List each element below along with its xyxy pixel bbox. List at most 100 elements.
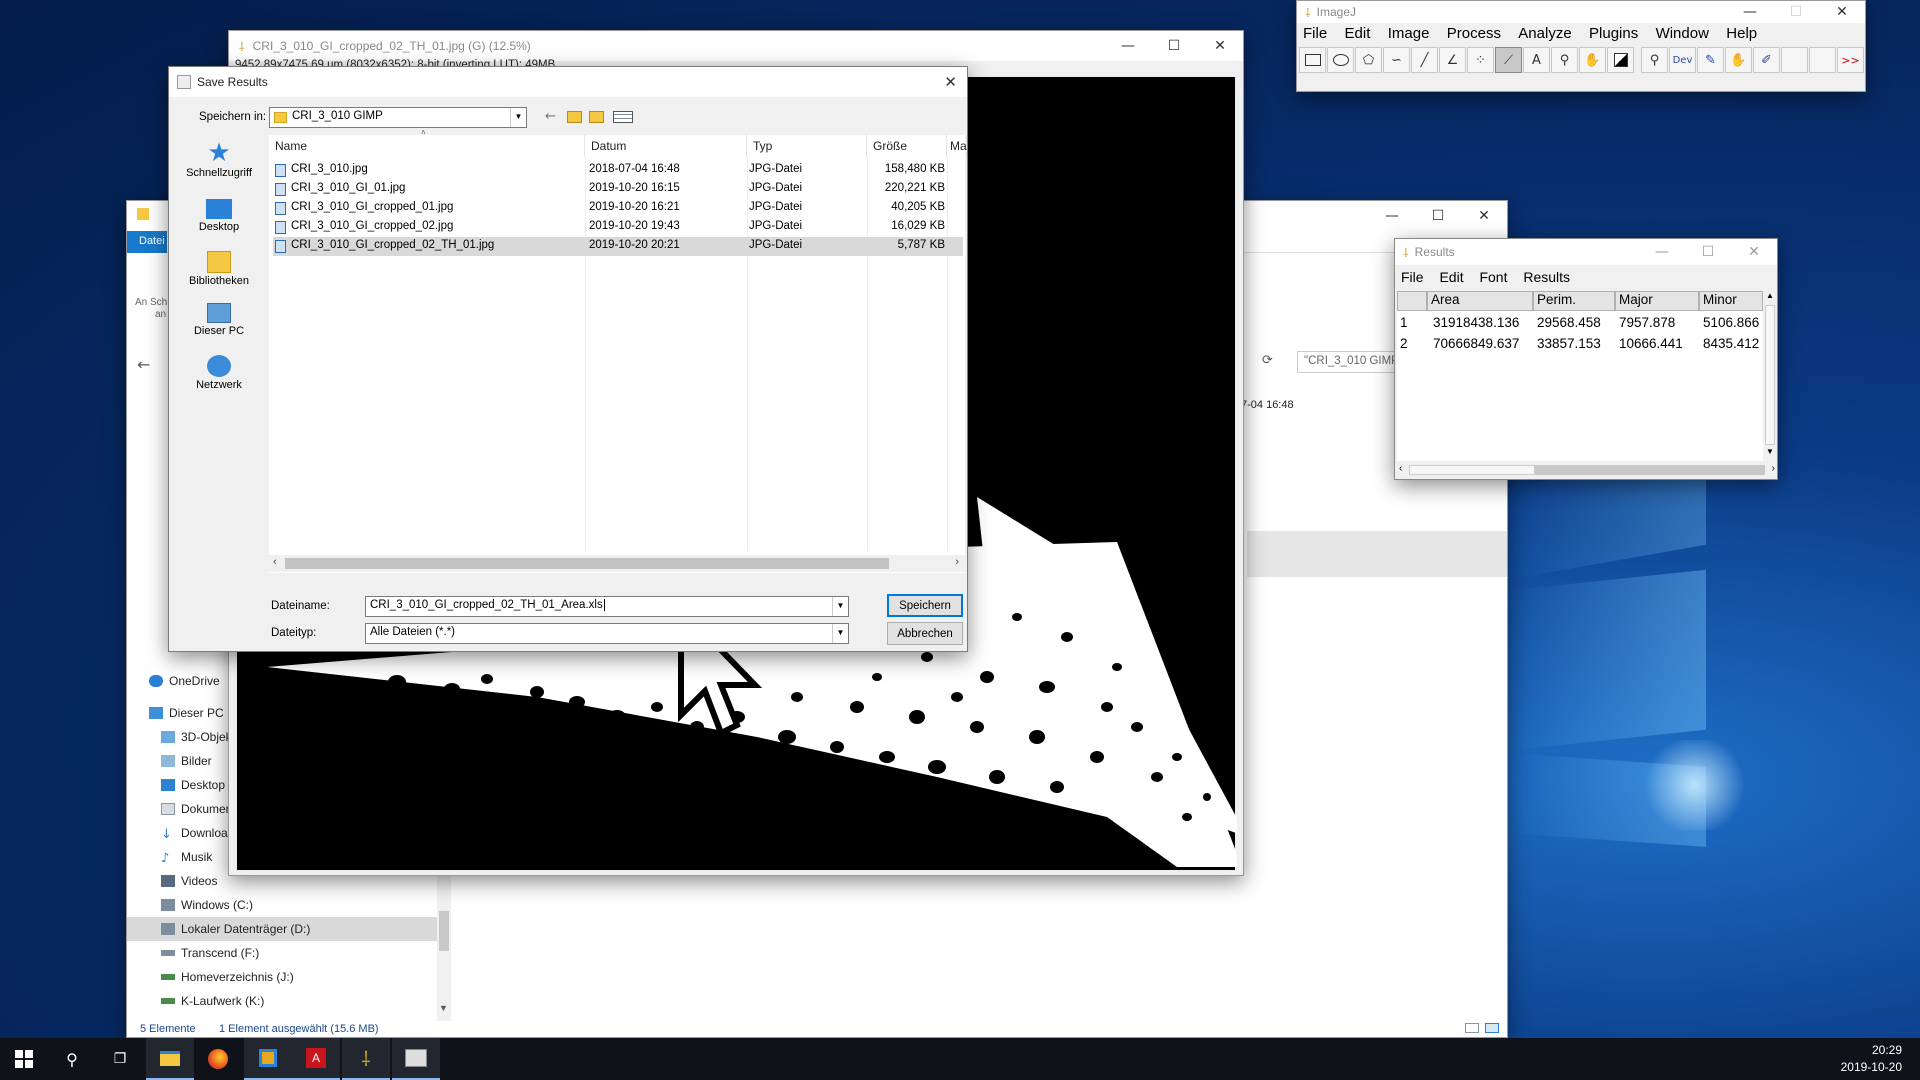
column-header-type[interactable]: Typ [747, 135, 867, 157]
place-quick-access[interactable]: ★ Schnellzugriff [169, 139, 269, 179]
magnifier-tool-icon[interactable]: ⚲ [1551, 47, 1578, 73]
search-icon[interactable]: ⚲ [48, 1038, 96, 1080]
nav-item-drive-f[interactable]: Transcend (F:) [127, 941, 437, 965]
maximize-icon[interactable]: ☐ [1415, 201, 1461, 231]
polygon-tool-icon[interactable]: ⬠ [1355, 47, 1382, 73]
column-header[interactable]: Area [1427, 291, 1533, 311]
minimize-icon[interactable]: — [1105, 31, 1151, 61]
filetype-select[interactable]: Alle Dateien (*.*) ▼ [365, 623, 849, 644]
vertical-scrollbar[interactable]: ▲ ▼ [1763, 291, 1777, 461]
place-this-pc[interactable]: Dieser PC [169, 299, 269, 337]
close-icon[interactable]: ✕ [1731, 239, 1777, 265]
save-button[interactable]: Speichern [887, 594, 963, 617]
cancel-button[interactable]: Abbrechen [887, 622, 963, 645]
file-list[interactable]: ˄ Name Datum Typ Größe Ma CRI_3_010.jpg … [269, 128, 967, 573]
nav-item-drive-d[interactable]: Lokaler Datenträger (D:) [127, 917, 437, 941]
close-icon[interactable]: ✕ [944, 73, 957, 91]
menu-plugins[interactable]: Plugins [1589, 25, 1638, 42]
scroll-thumb[interactable] [285, 558, 889, 569]
column-header-size[interactable]: Größe [867, 135, 947, 157]
dev-tool-icon[interactable]: Dev [1669, 47, 1696, 73]
column-header-more[interactable]: Ma [947, 135, 967, 157]
menu-edit[interactable]: Edit [1439, 269, 1463, 285]
menu-image[interactable]: Image [1388, 25, 1430, 42]
file-row-selected[interactable]: CRI_3_010_GI_cropped_02_TH_01.jpg 2019-1… [273, 237, 963, 256]
line-tool-icon[interactable]: ╱ [1411, 47, 1438, 73]
freehand-tool-icon[interactable]: ∽ [1383, 47, 1410, 73]
chevron-down-icon[interactable]: ▼ [510, 108, 526, 127]
text-tool-icon[interactable]: A [1523, 47, 1550, 73]
image-app-icon[interactable] [392, 1038, 440, 1080]
column-header[interactable]: Perim. [1533, 291, 1615, 311]
scroll-right-icon[interactable]: › [955, 556, 959, 568]
minimize-icon[interactable]: — [1369, 201, 1415, 231]
maximize-icon[interactable]: ☐ [1685, 239, 1731, 265]
back-arrow-icon[interactable]: ← [545, 109, 556, 124]
taskbar-clock[interactable]: 20:29 2019-10-20 [1841, 1042, 1902, 1076]
point-tool-icon[interactable]: ⁘ [1467, 47, 1494, 73]
results-table[interactable]: Area Perim. Major Minor 1 31918438.136 2… [1397, 291, 1763, 461]
angle-tool-icon[interactable]: ∠ [1439, 47, 1466, 73]
acrobat-icon[interactable]: A [292, 1038, 340, 1080]
windows-start-icon[interactable] [0, 1038, 48, 1080]
empty-slot-icon[interactable] [1809, 47, 1836, 73]
nav-item-drive-c[interactable]: Windows (C:) [127, 893, 437, 917]
scroll-down-icon[interactable]: ▼ [439, 1003, 448, 1013]
hand-tool-icon[interactable]: ✋ [1579, 47, 1606, 73]
horizontal-scrollbar[interactable]: ‹ › [269, 555, 965, 572]
app-icon[interactable] [244, 1038, 292, 1080]
chevron-down-icon[interactable]: ▼ [832, 624, 848, 643]
firefox-icon[interactable] [194, 1038, 242, 1080]
column-header[interactable]: Minor [1699, 291, 1763, 311]
scroll-right-icon[interactable]: › [1772, 463, 1775, 474]
horizontal-scrollbar[interactable]: ‹ › [1397, 463, 1777, 477]
chevron-down-icon[interactable]: ▼ [832, 597, 848, 616]
file-row[interactable]: CRI_3_010.jpg 2018-07-04 16:48 JPG-Datei… [273, 161, 963, 180]
file-row[interactable]: CRI_3_010_GI_cropped_02.jpg 2019-10-20 1… [273, 218, 963, 237]
maximize-icon[interactable]: ☐ [1151, 31, 1197, 61]
place-desktop[interactable]: Desktop [169, 195, 269, 233]
brush-icon[interactable]: ✋ [1725, 47, 1752, 73]
new-folder-icon[interactable] [589, 111, 604, 123]
menu-process[interactable]: Process [1447, 25, 1501, 42]
wand-tool-icon[interactable]: ⟋ [1495, 47, 1522, 73]
column-header[interactable]: Major [1615, 291, 1699, 311]
menu-help[interactable]: Help [1726, 25, 1757, 42]
refresh-icon[interactable]: ⟳ [1262, 353, 1273, 368]
scroll-left-icon[interactable]: ‹ [273, 556, 277, 568]
scroll-thumb[interactable] [1409, 465, 1535, 475]
pipette-icon[interactable]: ✐ [1753, 47, 1780, 73]
scroll-up-icon[interactable]: ▲ [1766, 291, 1774, 300]
up-folder-icon[interactable] [567, 111, 582, 123]
more-tools-icon[interactable]: >> [1837, 47, 1864, 73]
large-icons-view-icon[interactable] [1485, 1023, 1499, 1033]
close-icon[interactable]: ✕ [1461, 201, 1507, 231]
details-view-icon[interactable] [1465, 1023, 1479, 1033]
view-menu-icon[interactable] [613, 111, 633, 123]
menu-window[interactable]: Window [1656, 25, 1709, 42]
scroll-left-icon[interactable]: ‹ [1399, 463, 1402, 474]
menu-results[interactable]: Results [1523, 269, 1570, 285]
menu-file[interactable]: File [1401, 269, 1424, 285]
column-header-date[interactable]: Datum [585, 135, 747, 157]
scroll-thumb[interactable] [1765, 305, 1775, 445]
column-header-name[interactable]: Name [269, 135, 585, 157]
scroll-down-icon[interactable]: ▼ [1766, 447, 1774, 456]
oval-tool-icon[interactable] [1327, 47, 1354, 73]
place-libraries[interactable]: Bibliotheken [169, 247, 269, 287]
nav-item-drive-j[interactable]: Homeverzeichnis (J:) [127, 965, 437, 989]
filename-input[interactable]: CRI_3_010_GI_cropped_02_TH_01_Area.xls ▼ [365, 596, 849, 617]
close-icon[interactable]: ✕ [1819, 1, 1865, 23]
back-arrow-icon[interactable]: ← [137, 355, 150, 374]
menu-font[interactable]: Font [1479, 269, 1507, 285]
place-network[interactable]: Netzwerk [169, 351, 269, 391]
zoom-icon[interactable]: ⚲ [1641, 47, 1668, 73]
menu-analyze[interactable]: Analyze [1518, 25, 1571, 42]
color-picker-icon[interactable] [1607, 47, 1634, 73]
close-icon[interactable]: ✕ [1197, 31, 1243, 61]
ribbon-file-tab[interactable]: Datei [127, 231, 167, 253]
column-header[interactable] [1397, 291, 1427, 311]
minimize-icon[interactable]: — [1639, 239, 1685, 265]
pencil-icon[interactable]: ✎ [1697, 47, 1724, 73]
maximize-icon[interactable]: ☐ [1773, 1, 1819, 23]
